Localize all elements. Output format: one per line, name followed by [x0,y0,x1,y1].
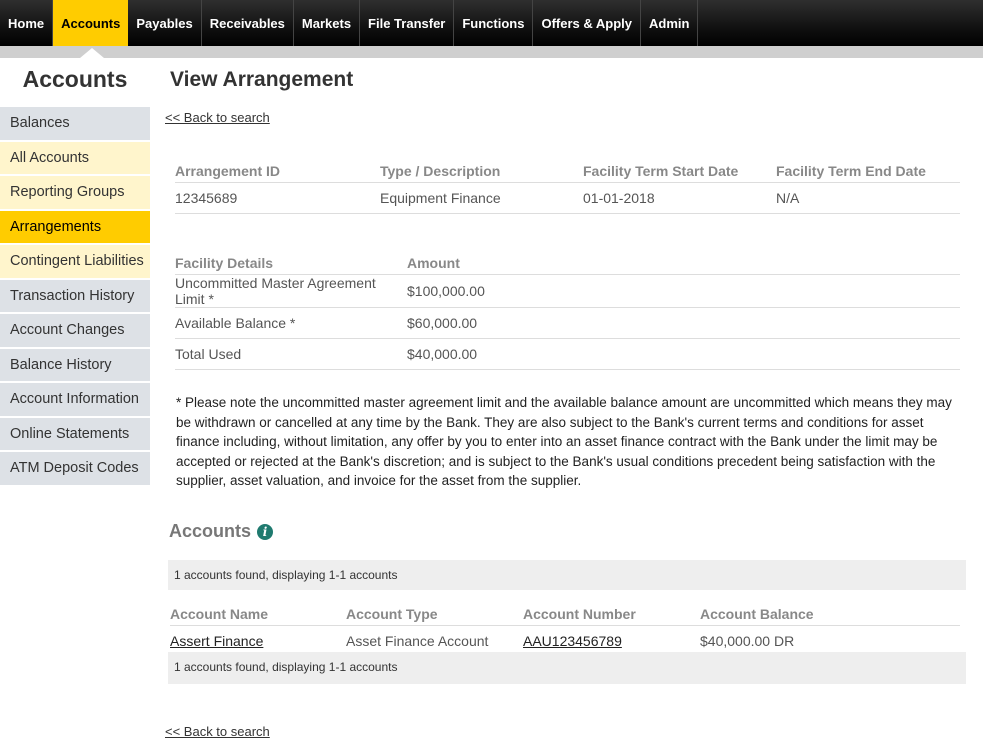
nav-tab-accounts[interactable]: Accounts [53,0,129,46]
info-icon[interactable]: i [257,523,274,540]
sidebar-item-online-statements[interactable]: Online Statements [0,417,150,452]
accounts-count-bottom: 1 accounts found, displaying 1-1 account… [168,652,966,684]
sidebar-item-all-accounts[interactable]: All Accounts [0,141,150,176]
sidebar-item-transaction-history[interactable]: Transaction History [0,279,150,314]
top-navigation: Home Accounts Payables Receivables Marke… [0,0,983,46]
column-header: Type / Description [380,162,583,183]
facility-details-table: Facility Details Amount Uncommitted Mast… [175,254,960,370]
active-tab-indicator [80,48,104,58]
arrangement-id: 12345689 [175,182,380,214]
table-row: Available Balance * $60,000.00 [175,307,960,339]
nav-tab-payables[interactable]: Payables [128,0,202,46]
column-header: Account Name [170,605,346,626]
column-header: Account Number [523,605,700,626]
column-header: Arrangement ID [175,162,380,183]
facility-label: Total Used [175,338,407,370]
sidebar: Balances All Accounts Reporting Groups A… [0,107,150,487]
back-to-search-link-bottom[interactable]: << Back to search [165,724,270,739]
sidebar-item-balances[interactable]: Balances [0,107,150,142]
sidebar-item-account-changes[interactable]: Account Changes [0,314,150,349]
sidebar-item-contingent-liabilities[interactable]: Contingent Liabilities [0,245,150,280]
table-row: Uncommitted Master Agreement Limit * $10… [175,274,960,308]
sidebar-item-reporting-groups[interactable]: Reporting Groups [0,176,150,211]
nav-tab-receivables[interactable]: Receivables [202,0,294,46]
column-header: Account Type [346,605,523,626]
sidebar-item-atm-deposit-codes[interactable]: ATM Deposit Codes [0,452,150,487]
accounts-heading: Accounts i [169,521,274,542]
facility-amount: $40,000.00 [407,338,960,370]
page-title: View Arrangement [170,68,354,91]
sidebar-title: Accounts [22,66,128,92]
facility-amount: $100,000.00 [407,274,960,308]
sub-navigation-bar [0,46,983,58]
nav-tab-markets[interactable]: Markets [294,0,361,46]
facility-label: Available Balance * [175,307,407,339]
disclaimer-note: * Please note the uncommitted master agr… [176,395,952,488]
accounts-table: Account Name Account Type Account Number… [170,605,960,657]
accounts-count-top: 1 accounts found, displaying 1-1 account… [168,560,966,590]
column-header: Facility Term End Date [776,162,960,183]
table-row: 12345689 Equipment Finance 01-01-2018 N/… [175,182,960,214]
nav-tab-offers-apply[interactable]: Offers & Apply [533,0,641,46]
sidebar-item-account-information[interactable]: Account Information [0,383,150,418]
sidebar-item-arrangements[interactable]: Arrangements [0,210,150,245]
nav-tab-admin[interactable]: Admin [641,0,699,46]
table-row: Total Used $40,000.00 [175,338,960,370]
arrangement-table: Arrangement ID Type / Description Facili… [175,162,960,214]
back-to-search-link[interactable]: << Back to search [165,110,270,125]
column-header: Amount [407,254,960,275]
sidebar-item-balance-history[interactable]: Balance History [0,348,150,383]
column-header: Facility Term Start Date [583,162,776,183]
facility-end-date: N/A [776,182,960,214]
nav-tab-home[interactable]: Home [0,0,54,46]
nav-tab-file-transfer[interactable]: File Transfer [360,0,455,46]
facility-start-date: 01-01-2018 [583,182,776,214]
account-number-link[interactable]: AAU123456789 [523,633,622,649]
column-header: Facility Details [175,254,407,275]
facility-amount: $60,000.00 [407,307,960,339]
accounts-heading-text: Accounts [169,521,252,541]
nav-tab-functions[interactable]: Functions [454,0,534,46]
account-name-link[interactable]: Assert Finance [170,633,263,649]
column-header: Account Balance [700,605,960,626]
facility-label: Uncommitted Master Agreement Limit * [175,274,407,308]
arrangement-type: Equipment Finance [380,182,583,214]
